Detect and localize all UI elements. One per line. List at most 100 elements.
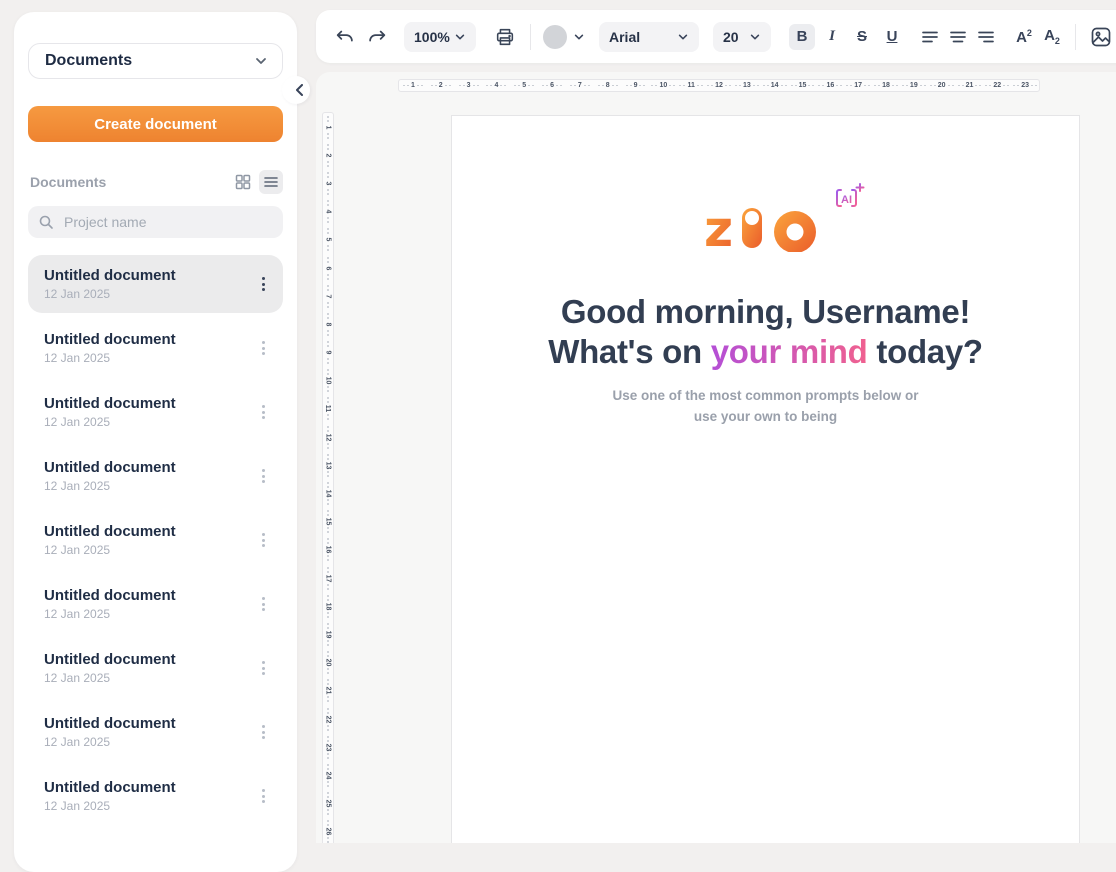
align-center-icon[interactable] bbox=[945, 24, 971, 50]
font-size-value: 20 bbox=[723, 29, 739, 45]
document-list-item[interactable]: Untitled document12 Jan 2025 bbox=[28, 703, 283, 761]
document-menu-kebab-icon[interactable] bbox=[251, 332, 275, 364]
document-list-item[interactable]: Untitled document12 Jan 2025 bbox=[28, 511, 283, 569]
grid-view-icon[interactable] bbox=[231, 170, 255, 194]
align-right-icon[interactable] bbox=[973, 24, 999, 50]
document-menu-kebab-icon[interactable] bbox=[251, 588, 275, 620]
ruler-unit: 2 bbox=[427, 82, 455, 89]
chevron-down-icon bbox=[254, 54, 268, 68]
ruler-unit: 5 bbox=[510, 82, 538, 89]
ruler-unit: 22 bbox=[324, 705, 332, 733]
document-menu-kebab-icon[interactable] bbox=[251, 268, 275, 300]
document-title: Untitled document bbox=[44, 459, 251, 476]
font-family-select[interactable]: Arial bbox=[599, 22, 699, 52]
underline-button[interactable]: U bbox=[879, 24, 905, 50]
ruler-unit: 25 bbox=[324, 790, 332, 818]
document-canvas: 1234567891011121314151617181920212223 12… bbox=[316, 72, 1116, 843]
ruler-unit: 5 bbox=[326, 226, 330, 254]
strikethrough-button[interactable]: S bbox=[849, 24, 875, 50]
color-swatch bbox=[543, 25, 567, 49]
ruler-unit: 17 bbox=[844, 82, 872, 89]
chevron-down-icon bbox=[677, 31, 689, 43]
ruler-unit: 3 bbox=[455, 82, 483, 89]
create-document-button[interactable]: Create document bbox=[28, 106, 283, 142]
redo-icon[interactable] bbox=[364, 24, 390, 50]
ruler-unit: 15 bbox=[789, 82, 817, 89]
document-list-item[interactable]: Untitled document12 Jan 2025 bbox=[28, 639, 283, 697]
italic-button[interactable]: I bbox=[819, 24, 845, 50]
ruler-unit: 14 bbox=[324, 479, 332, 507]
document-texts: Untitled document12 Jan 2025 bbox=[44, 523, 251, 557]
document-menu-kebab-icon[interactable] bbox=[251, 524, 275, 556]
horizontal-ruler: 1234567891011121314151617181920212223 bbox=[398, 79, 1040, 92]
document-list-item[interactable]: Untitled document 12 Jan 2025 bbox=[28, 319, 283, 377]
subscript-button[interactable]: A2 bbox=[1039, 24, 1065, 50]
document-date: 12 Jan 2025 bbox=[44, 607, 251, 621]
document-list-item[interactable]: Untitled document12 Jan 2025 bbox=[28, 255, 283, 313]
document-menu-kebab-icon[interactable] bbox=[251, 460, 275, 492]
sidebar-collapse-button[interactable] bbox=[282, 76, 310, 104]
documents-section-label: Documents bbox=[30, 174, 106, 190]
ruler-unit: 16 bbox=[324, 536, 332, 564]
toolbar-divider bbox=[1075, 24, 1076, 50]
ruler-unit: 15 bbox=[324, 508, 332, 536]
greeting-line1: Good morning, Username! bbox=[452, 292, 1079, 332]
document-date: 12 Jan 2025 bbox=[44, 415, 251, 429]
ruler-unit: 8 bbox=[594, 82, 622, 89]
document-list-item[interactable]: Untitled document12 Jan 2025 bbox=[28, 575, 283, 633]
toolbar: 100% Arial 20 B I S U bbox=[316, 10, 1116, 63]
ruler-unit: 7 bbox=[326, 282, 330, 310]
document-texts: Untitled document12 Jan 2025 bbox=[44, 779, 251, 813]
document-texts: Untitled document12 Jan 2025 bbox=[44, 395, 251, 429]
document-list-item[interactable]: Untitled document12 Jan 2025 bbox=[28, 767, 283, 825]
document-menu-kebab-icon[interactable] bbox=[251, 716, 275, 748]
document-menu-kebab-icon[interactable] bbox=[251, 652, 275, 684]
ruler-unit: 2 bbox=[326, 141, 330, 169]
align-left-icon[interactable] bbox=[917, 24, 943, 50]
zio-logo-icon: z bbox=[704, 204, 828, 252]
undo-icon[interactable] bbox=[332, 24, 358, 50]
zoom-select[interactable]: 100% bbox=[404, 22, 476, 52]
ruler-unit: 7 bbox=[566, 82, 594, 89]
ruler-unit: 9 bbox=[622, 82, 650, 89]
view-toggles bbox=[231, 170, 283, 194]
document-list-item[interactable]: Untitled document 12 Jan 2025 bbox=[28, 447, 283, 505]
svg-text:AI: AI bbox=[841, 194, 852, 206]
document-date: 12 Jan 2025 bbox=[44, 479, 251, 493]
document-texts: Untitled document12 Jan 2025 bbox=[44, 715, 251, 749]
text-color-picker[interactable] bbox=[543, 25, 585, 49]
document-date: 12 Jan 2025 bbox=[44, 351, 251, 365]
vertical-ruler: 1234567891011121314151617181920212223242… bbox=[322, 112, 334, 843]
documents-section-header: Documents bbox=[28, 170, 283, 194]
insert-image-icon[interactable] bbox=[1088, 24, 1114, 50]
ruler-unit: 9 bbox=[326, 339, 330, 367]
document-page[interactable]: z bbox=[451, 115, 1080, 843]
greeting-highlight: your mind bbox=[711, 333, 868, 370]
ruler-unit: 21 bbox=[956, 82, 984, 89]
document-date: 12 Jan 2025 bbox=[44, 543, 251, 557]
document-list-item[interactable]: Untitled document12 Jan 2025 bbox=[28, 383, 283, 441]
ruler-unit: 1 bbox=[326, 113, 330, 141]
ruler-unit: 6 bbox=[538, 82, 566, 89]
font-family-value: Arial bbox=[609, 29, 640, 45]
ruler-unit: 1 bbox=[399, 82, 427, 89]
font-size-select[interactable]: 20 bbox=[713, 22, 771, 52]
ruler-unit: 12 bbox=[324, 423, 332, 451]
editor-main: 100% Arial 20 B I S U bbox=[316, 0, 1116, 843]
ruler-unit: 10 bbox=[649, 82, 677, 89]
document-texts: Untitled document12 Jan 2025 bbox=[44, 267, 251, 301]
list-view-icon[interactable] bbox=[259, 170, 283, 194]
document-title: Untitled document bbox=[44, 331, 251, 348]
bold-button[interactable]: B bbox=[789, 24, 815, 50]
ruler-unit: 10 bbox=[324, 367, 332, 395]
chevron-down-icon bbox=[749, 31, 761, 43]
document-menu-kebab-icon[interactable] bbox=[251, 780, 275, 812]
search-input[interactable] bbox=[64, 214, 273, 230]
document-menu-kebab-icon[interactable] bbox=[251, 396, 275, 428]
ruler-unit: 11 bbox=[677, 82, 705, 89]
document-texts: Untitled document 12 Jan 2025 bbox=[44, 331, 251, 365]
search-box bbox=[28, 206, 283, 238]
superscript-button[interactable]: A2 bbox=[1011, 24, 1037, 50]
workspace-selector[interactable]: Documents bbox=[28, 43, 283, 79]
print-icon[interactable] bbox=[492, 24, 518, 50]
